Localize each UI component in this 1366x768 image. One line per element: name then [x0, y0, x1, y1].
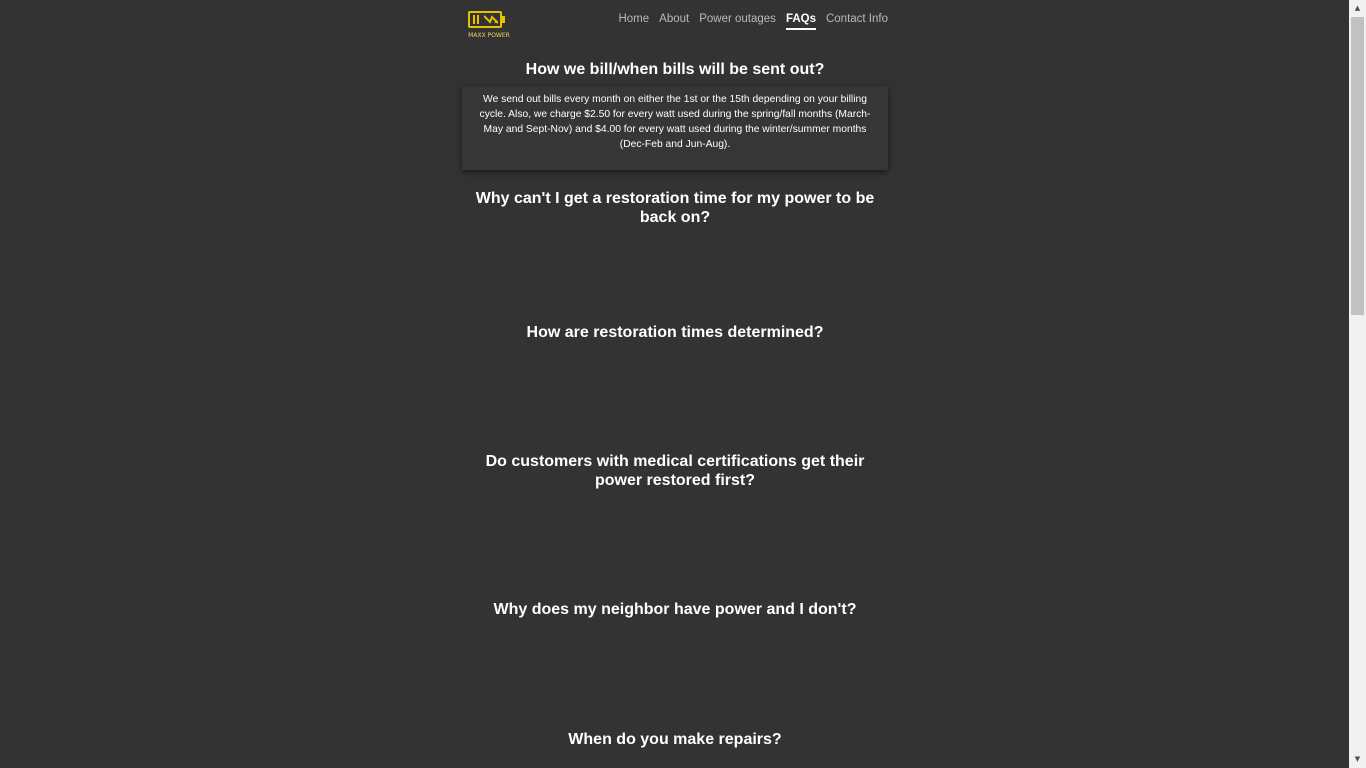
faq-item[interactable]: How are restoration times determined?: [462, 323, 888, 342]
faq-item[interactable]: How we bill/when bills will be sent out?: [462, 60, 888, 79]
nav-contact-info[interactable]: Contact Info: [826, 13, 888, 30]
nav-about[interactable]: About: [659, 13, 689, 30]
nav-power-outages[interactable]: Power outages: [699, 13, 776, 30]
faq-question[interactable]: Do customers with medical certifications…: [462, 452, 888, 490]
vertical-scrollbar[interactable]: ▲ ▼: [1349, 0, 1366, 768]
battery-bolt-icon: [468, 11, 502, 28]
faq-question[interactable]: Why does my neighbor have power and I do…: [462, 600, 888, 619]
battery-bars-icon: [473, 15, 479, 24]
scroll-up-arrow-icon[interactable]: ▲: [1349, 0, 1366, 17]
logo-text: MAXX POWER: [468, 32, 510, 39]
faq-item[interactable]: Why can't I get a restoration time for m…: [462, 189, 888, 227]
nav-faqs[interactable]: FAQs: [785, 13, 816, 30]
faq-question[interactable]: How we bill/when bills will be sent out?: [462, 60, 888, 79]
faq-answer-panel: We send out bills every month on either …: [462, 86, 888, 170]
faq-item[interactable]: Why does my neighbor have power and I do…: [462, 600, 888, 619]
faq-item[interactable]: When do you make repairs?: [462, 730, 888, 749]
faq-question[interactable]: Why can't I get a restoration time for m…: [462, 189, 888, 227]
faq-page: MAXX POWER Home About Power outages FAQs…: [0, 0, 1349, 768]
nav-home[interactable]: Home: [618, 13, 649, 30]
scroll-down-arrow-icon[interactable]: ▼: [1349, 751, 1366, 768]
main-nav: Home About Power outages FAQs Contact In…: [618, 13, 888, 30]
site-header: MAXX POWER Home About Power outages FAQs…: [462, 0, 888, 46]
faq-question[interactable]: When do you make repairs?: [462, 730, 888, 749]
faq-answer-text: We send out bills every month on either …: [479, 94, 871, 150]
faq-question[interactable]: How are restoration times determined?: [462, 323, 888, 342]
faq-item[interactable]: Do customers with medical certifications…: [462, 452, 888, 490]
lightning-bolt-icon: [484, 15, 498, 24]
site-logo[interactable]: MAXX POWER: [464, 8, 512, 44]
battery-tip-icon: [502, 16, 505, 23]
scrollbar-thumb[interactable]: [1351, 17, 1364, 315]
